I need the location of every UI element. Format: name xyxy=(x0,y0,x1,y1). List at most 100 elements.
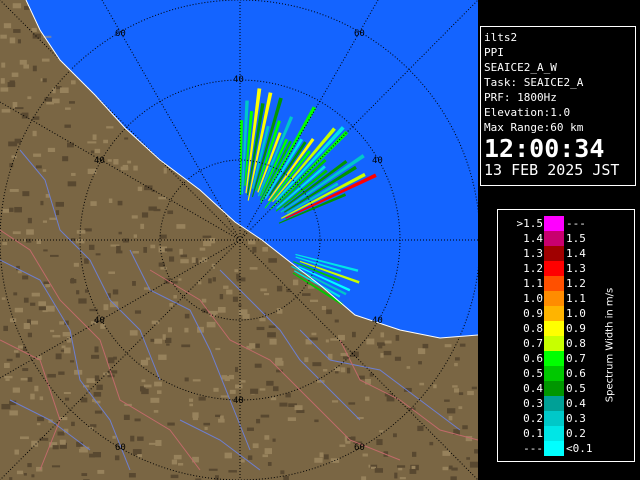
terrain-patch xyxy=(184,377,189,382)
terrain-patch xyxy=(88,244,95,250)
terrain-patch xyxy=(204,426,208,431)
terrain-patch xyxy=(117,200,123,206)
terrain-patch xyxy=(26,229,34,235)
terrain-patch xyxy=(158,354,167,360)
terrain-patch xyxy=(217,306,226,313)
terrain-patch xyxy=(340,367,346,373)
terrain-patch xyxy=(140,359,149,366)
task-name: Task: SEAICE2_A xyxy=(484,76,584,89)
terrain-patch xyxy=(76,230,86,234)
terrain-patch xyxy=(27,217,32,224)
terrain-patch xyxy=(87,141,97,144)
terrain-patch xyxy=(383,350,392,356)
terrain-patch xyxy=(9,410,18,416)
terrain-patch xyxy=(62,332,71,337)
terrain-patch xyxy=(378,344,383,349)
ring-label-40-e: 40 xyxy=(372,156,383,166)
terrain-patch xyxy=(442,466,449,471)
legend-upper-value: 1.3 xyxy=(566,262,586,275)
terrain-patch xyxy=(155,440,160,445)
terrain-patch xyxy=(30,320,39,325)
terrain-patch xyxy=(411,451,417,457)
terrain-patch xyxy=(167,327,172,333)
terrain-patch xyxy=(12,102,18,108)
terrain-patch xyxy=(67,181,77,187)
terrain-patch xyxy=(191,257,196,263)
terrain-patch xyxy=(169,302,174,307)
terrain-patch xyxy=(1,297,6,300)
terrain-patch xyxy=(9,318,17,323)
terrain-patch xyxy=(93,391,102,397)
terrain-patch xyxy=(197,281,202,285)
terrain-patch xyxy=(39,437,49,441)
terrain-patch xyxy=(178,463,184,466)
legend-color-swatch xyxy=(544,306,564,321)
terrain-patch xyxy=(469,461,478,468)
legend-lower-value: 0.4 xyxy=(523,382,543,395)
legend-upper-value: 0.4 xyxy=(566,397,586,410)
terrain-patch xyxy=(342,356,348,360)
terrain-patch xyxy=(162,334,166,340)
terrain-patch xyxy=(92,452,102,458)
terrain-patch xyxy=(62,156,69,162)
terrain-patch xyxy=(33,153,42,157)
terrain-patch xyxy=(69,360,75,363)
terrain-patch xyxy=(118,231,122,235)
terrain-patch xyxy=(27,463,32,468)
terrain-patch xyxy=(30,302,36,306)
terrain-patch xyxy=(84,289,89,293)
terrain-patch xyxy=(57,431,65,436)
terrain-patch xyxy=(339,444,346,447)
terrain-patch xyxy=(208,278,212,284)
terrain-patch xyxy=(16,470,24,475)
terrain-patch xyxy=(248,240,256,245)
radar-ppi-map[interactable]: 60 60 40 40 40 40 40 40 60 60 xyxy=(0,0,478,480)
product-name: SEAICE2_A_W xyxy=(484,61,557,74)
terrain-patch xyxy=(49,217,57,220)
terrain-patch xyxy=(302,293,311,296)
terrain-patch xyxy=(259,388,266,391)
terrain-patch xyxy=(272,386,279,392)
legend-lower-value: 1.3 xyxy=(523,247,543,260)
terrain-patch xyxy=(96,384,103,390)
terrain-patch xyxy=(5,378,10,381)
terrain-patch xyxy=(212,277,216,282)
terrain-patch xyxy=(184,327,189,333)
terrain-patch xyxy=(94,148,101,154)
legend-row: >1.5 --- xyxy=(506,216,626,231)
terrain-patch xyxy=(42,169,47,172)
terrain-patch xyxy=(362,453,368,457)
elevation-value: Elevation:1.0 xyxy=(484,106,571,119)
terrain-patch xyxy=(203,422,211,426)
terrain-patch xyxy=(417,425,424,432)
terrain-patch xyxy=(380,353,384,358)
terrain-patch xyxy=(395,334,400,341)
terrain-patch xyxy=(12,387,20,393)
terrain-patch xyxy=(70,80,76,85)
terrain-patch xyxy=(64,124,71,128)
legend-unit-label: Spectrum Width in m/s xyxy=(602,250,618,440)
terrain-patch xyxy=(137,454,143,458)
color-scale-legend: >1.5 --- 1.4 1.5 1.3 1.4 1.2 1.3 1.1 1.2 1.0 1.1 0.9… xyxy=(497,209,635,462)
terrain-patch xyxy=(37,416,45,422)
terrain-patch xyxy=(137,186,143,192)
terrain-patch xyxy=(376,439,383,446)
terrain-patch xyxy=(374,468,384,473)
terrain-patch xyxy=(150,397,160,403)
terrain-patch xyxy=(15,353,20,358)
terrain-patch xyxy=(171,459,178,465)
terrain-patch xyxy=(23,64,30,69)
ring-label-60-ne: 60 xyxy=(354,29,365,39)
terrain-patch xyxy=(2,242,8,246)
terrain-patch xyxy=(259,317,266,322)
terrain-patch xyxy=(224,376,230,382)
terrain-patch xyxy=(55,210,60,216)
terrain-patch xyxy=(134,310,142,314)
terrain-patch xyxy=(90,201,97,206)
terrain-patch xyxy=(17,39,22,44)
terrain-patch xyxy=(63,391,71,394)
terrain-patch xyxy=(246,427,254,431)
terrain-patch xyxy=(13,350,19,353)
terrain-patch xyxy=(71,421,75,427)
terrain-patch xyxy=(127,160,132,164)
